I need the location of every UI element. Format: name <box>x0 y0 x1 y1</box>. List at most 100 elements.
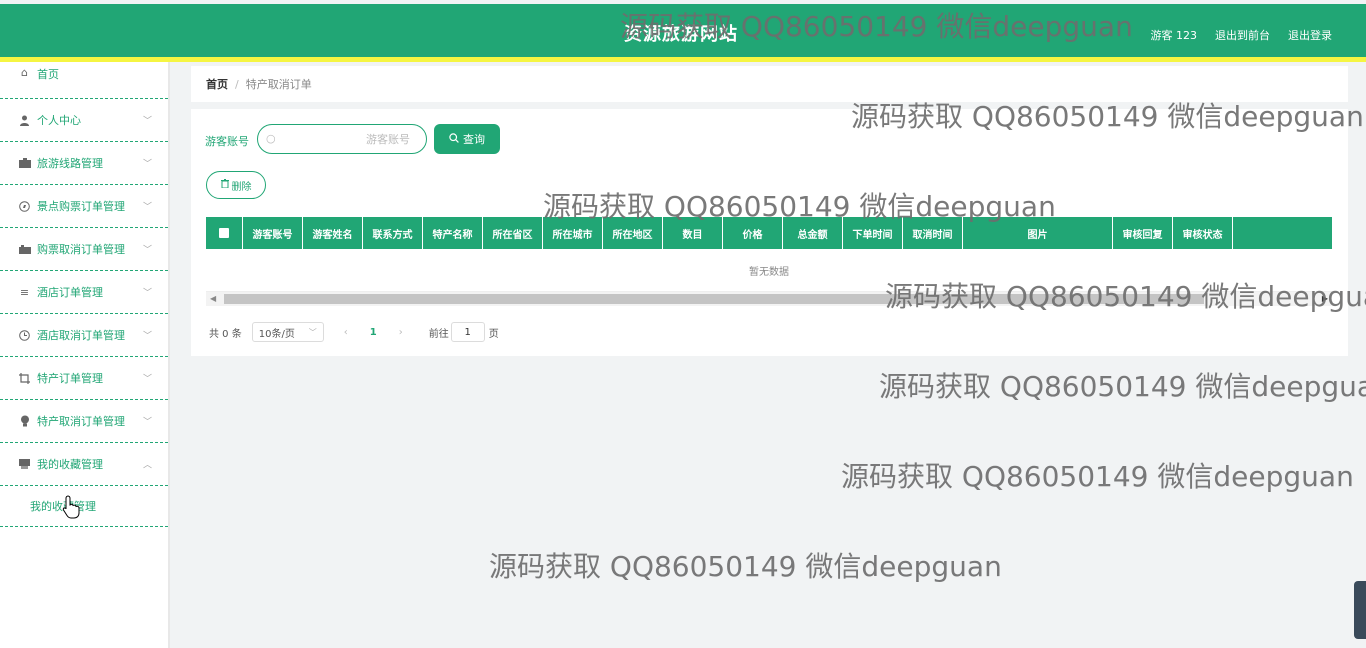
chevron-down-icon: ﹀ <box>142 331 152 342</box>
query-button-label: 查询 <box>463 133 485 146</box>
column-header: 所在城市 <box>543 217 603 249</box>
sidebar-item-favorites[interactable]: 我的收藏管理 ︿ <box>0 443 168 486</box>
chevron-down-icon: ﹀ <box>142 288 152 299</box>
sidebar-item-label: 景点购票订单管理 <box>37 200 125 213</box>
sidebar-item-specialty-orders[interactable]: 特产订单管理 ﹀ <box>0 357 168 400</box>
goto-page-input[interactable]: 1 <box>450 322 485 342</box>
sidebar-item-label: 酒店取消订单管理 <box>37 329 125 342</box>
search-label: 游客账号 <box>205 135 249 148</box>
column-header: 总金额 <box>783 217 843 249</box>
data-table: 游客账号 游客姓名 联系方式 特产名称 所在省区 所在城市 所在地区 数目 价格… <box>206 217 1332 306</box>
scroll-right-icon[interactable]: ▶ <box>1322 294 1328 303</box>
breadcrumb: 首页 / 特产取消订单 <box>191 66 1348 102</box>
table-header: 游客账号 游客姓名 联系方式 特产名称 所在省区 所在城市 所在地区 数目 价格… <box>206 217 1332 249</box>
column-header: 联系方式 <box>363 217 423 249</box>
camera-icon <box>18 243 31 255</box>
column-header: 数目 <box>663 217 723 249</box>
hand-cursor-icon <box>62 495 80 522</box>
pagination: 共 0 条 10条/页 ﹀ ‹ 1 › 前往 1 页 <box>209 322 499 342</box>
delete-button-label: 删除 <box>231 181 252 193</box>
column-header: 所在地区 <box>603 217 663 249</box>
chevron-down-icon: ﹀ <box>142 374 152 385</box>
sidebar-item-label: 我的收藏管理 <box>37 458 103 471</box>
breadcrumb-separator: / <box>235 77 239 91</box>
home-icon: ⌂ <box>21 65 28 79</box>
page-size-select[interactable]: 10条/页 ﹀ <box>251 322 324 342</box>
column-header: 游客账号 <box>243 217 303 249</box>
column-header: 取消时间 <box>903 217 963 249</box>
compass-icon <box>18 200 31 212</box>
chevron-down-icon: ﹀ <box>142 417 152 428</box>
column-header: 图片 <box>963 217 1113 249</box>
sidebar-item-home[interactable]: ⌂ 首页 <box>0 62 168 99</box>
column-header: 价格 <box>723 217 783 249</box>
header-accent-strip <box>0 57 1366 62</box>
column-header: 特产名称 <box>423 217 483 249</box>
sidebar-item-label: 首页 <box>37 68 59 81</box>
select-all-checkbox[interactable] <box>206 217 243 249</box>
column-header: 所在省区 <box>483 217 543 249</box>
sidebar-item-travel-routes[interactable]: 旅游线路管理 ﹀ <box>0 142 168 185</box>
back-to-front-link[interactable]: 退出到前台 <box>1215 27 1270 43</box>
next-page-icon[interactable]: › <box>399 327 403 338</box>
chevron-down-icon: ﹀ <box>142 116 152 127</box>
logout-link[interactable]: 退出登录 <box>1288 27 1332 43</box>
watermark-text: 源码获取 QQ86050149 微信deepguan <box>489 550 1002 583</box>
sidebar-item-personal-center[interactable]: 个人中心 ﹀ <box>0 99 168 142</box>
sidebar-item-hotel-orders[interactable]: ≡ 酒店订单管理 ﹀ <box>0 271 168 314</box>
user-label: 游客 123 <box>1150 29 1198 42</box>
column-header: 审核状态 <box>1173 217 1233 249</box>
sidebar-item-label: 特产取消订单管理 <box>37 415 125 428</box>
sidebar-item-label: 旅游线路管理 <box>37 157 103 170</box>
search-icon <box>449 132 459 146</box>
corner-widget[interactable] <box>1354 581 1366 639</box>
search-field[interactable]: ○ <box>257 124 427 154</box>
top-header: 资源旅游网站 游客 123 退出到前台 退出登录 <box>0 4 1366 58</box>
site-title: 资源旅游网站 <box>624 24 738 45</box>
horizontal-scrollbar[interactable]: ◀ ▶ <box>206 292 1332 306</box>
main-panel: 游客账号 ○ 查询 删除 游客账号 游客姓名 联系方式 特产名称 所在省区 所在… <box>191 109 1348 356</box>
chevron-down-icon: ﹀ <box>308 328 317 337</box>
sidebar-item-label: 特产订单管理 <box>37 372 103 385</box>
empty-state: 暂无数据 <box>206 249 1332 292</box>
sidebar-item-hotel-cancel-orders[interactable]: 酒店取消订单管理 ﹀ <box>0 314 168 357</box>
page-unit-label: 页 <box>488 328 499 340</box>
page-number[interactable]: 1 <box>370 327 377 338</box>
delete-button[interactable]: 删除 <box>206 171 266 199</box>
column-header: 审核回复 <box>1113 217 1173 249</box>
goto-label: 前往 <box>428 328 449 340</box>
sidebar-item-label: 个人中心 <box>37 114 81 127</box>
column-header: 下单时间 <box>843 217 903 249</box>
watermark-text: 源码获取 QQ86050149 微信deepguan <box>841 460 1354 493</box>
sidebar-item-specialty-cancel-orders[interactable]: 特产取消订单管理 ﹀ <box>0 400 168 443</box>
breadcrumb-home[interactable]: 首页 <box>206 76 228 92</box>
sidebar-item-label: 酒店订单管理 <box>37 286 103 299</box>
search-input[interactable] <box>282 129 412 149</box>
page-size-value: 10条/页 <box>258 328 295 340</box>
chevron-up-icon: ︿ <box>142 460 152 471</box>
total-count: 共 0 条 <box>209 328 242 340</box>
breadcrumb-current: 特产取消订单 <box>245 78 312 91</box>
header-user-actions: 游客 123 退出到前台 退出登录 <box>1151 27 1333 43</box>
sidebar-item-ticket-orders[interactable]: 景点购票订单管理 ﹀ <box>0 185 168 228</box>
bulb-icon <box>18 415 31 427</box>
prev-page-icon[interactable]: ‹ <box>344 327 348 338</box>
query-button[interactable]: 查询 <box>434 124 500 154</box>
sidebar-item-label: 购票取消订单管理 <box>37 243 125 256</box>
list-icon: ≡ <box>19 285 30 299</box>
watermark-text: 源码获取 QQ86050149 微信deepguan <box>879 370 1366 403</box>
column-header: 游客姓名 <box>303 217 363 249</box>
sidebar: ⌂ 首页 个人中心 ﹀ 旅游线路管理 ﹀ 景点购票订单管理 ﹀ 购票取消订单管理… <box>0 62 170 648</box>
briefcase-icon <box>18 157 31 169</box>
folder-icon <box>18 458 31 470</box>
trash-icon <box>220 179 229 191</box>
sidebar-item-ticket-cancel-orders[interactable]: 购票取消订单管理 ﹀ <box>0 228 168 271</box>
search-icon: ○ <box>266 132 276 145</box>
scrollbar-thumb[interactable] <box>224 294 1204 304</box>
crop-icon <box>18 372 31 384</box>
scroll-left-icon[interactable]: ◀ <box>210 294 216 303</box>
clock-icon <box>18 329 31 341</box>
user-icon <box>18 114 31 126</box>
chevron-down-icon: ﹀ <box>142 202 152 213</box>
submenu-item-favorites[interactable]: 我的收藏管理 <box>0 486 168 527</box>
